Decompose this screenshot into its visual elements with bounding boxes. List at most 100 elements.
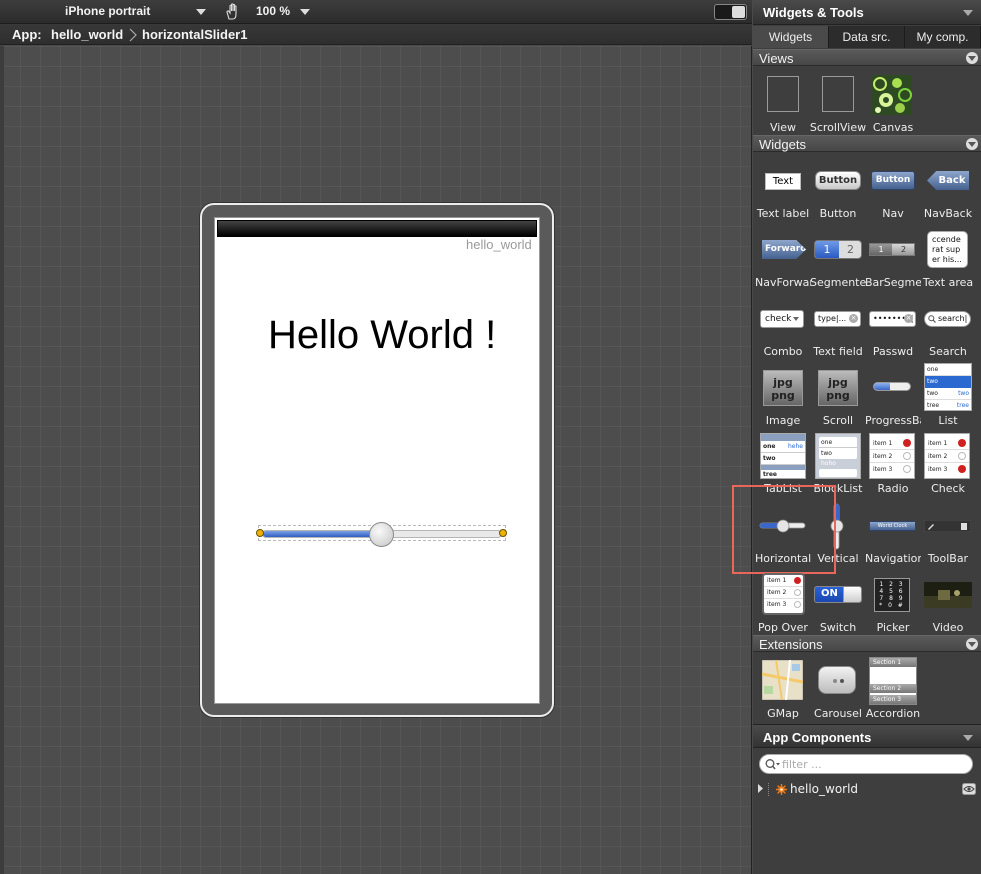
widget-label: Text field (813, 345, 863, 358)
tab-my-comp[interactable]: My comp. (905, 26, 981, 48)
expand-triangle-icon[interactable] (757, 784, 764, 793)
widget-label: Switch (819, 621, 857, 634)
scroll-widget-icon[interactable]: jpg png (818, 370, 858, 406)
view-icon[interactable] (767, 76, 799, 112)
navigation-bar-icon[interactable]: World Clock (869, 521, 916, 531)
widget-label: Picker (876, 621, 910, 634)
panel-chevron-down-icon[interactable] (963, 10, 973, 16)
popover-row-label: item 3 (767, 601, 787, 608)
slider-thumb[interactable] (369, 522, 394, 547)
hello-world-label[interactable]: Hello World ! (268, 313, 496, 358)
widget-label: NavForward (755, 276, 811, 289)
carousel-icon[interactable] (818, 666, 856, 694)
accordion-icon[interactable]: Section 1 Section 2 Section 3 (869, 657, 917, 705)
segment-2: 2 (847, 243, 854, 256)
picker-icon[interactable]: 1 2 3 4 5 6 7 8 9 * 0 # (874, 578, 910, 612)
scrollview-icon[interactable] (822, 76, 854, 112)
list-row-side: tree (956, 402, 969, 409)
radio-icon[interactable]: item 1 item 2 item 3 (869, 433, 915, 479)
panel-header: Widgets & Tools (753, 0, 981, 25)
text-area-icon[interactable]: ccende rat sup er his... (927, 231, 968, 268)
section-widgets[interactable]: Widgets (753, 135, 981, 152)
tab-widgets[interactable]: Widgets (753, 26, 829, 48)
section-views[interactable]: Views (753, 49, 981, 66)
resize-handle-left[interactable] (256, 529, 264, 537)
text-label-icon[interactable]: Text (765, 173, 801, 190)
radio-empty-icon (903, 452, 911, 460)
eye-icon[interactable] (962, 783, 976, 795)
breadcrumb-item-widget[interactable]: horizontalSlider1 (142, 27, 247, 42)
canvas-icon[interactable] (872, 75, 912, 115)
button-icon[interactable]: Button (815, 171, 861, 190)
collapse-icon[interactable] (966, 138, 978, 150)
hand-icon[interactable] (224, 3, 242, 21)
segmented-icon[interactable]: 1 2 (814, 240, 862, 259)
tablist-tag: hehe (788, 443, 803, 450)
picker-row: 7 8 9 (879, 595, 905, 602)
device-select[interactable]: iPhone portrait (65, 4, 150, 18)
check-checked-icon (958, 439, 966, 447)
combo-icon[interactable]: check (760, 310, 804, 328)
breadcrumb-prefix: App: (12, 27, 42, 42)
text-field-text: type|... (818, 314, 847, 323)
list-row-label: two (927, 390, 938, 397)
accordion-section: Section 1 (870, 658, 916, 667)
nav-button-icon[interactable]: Button (871, 171, 915, 190)
popover-row: item 1 (764, 575, 803, 587)
device-screen[interactable] (214, 217, 540, 704)
tablist-header (761, 434, 805, 441)
text-field-icon[interactable]: type|... × (814, 311, 861, 327)
check-icon[interactable]: item 1 item 2 item 3 (924, 433, 970, 479)
list-row-side: two (958, 390, 969, 397)
tree-line (768, 783, 772, 796)
components-chevron-down-icon[interactable] (963, 735, 973, 741)
zoom-level[interactable]: 100 % (256, 4, 290, 18)
video-icon[interactable] (924, 582, 972, 608)
collapse-icon[interactable] (966, 52, 978, 64)
search-icon (765, 759, 780, 770)
blocklist-row: one (819, 437, 857, 448)
view-label: View (769, 121, 797, 134)
zoom-chevron-down-icon[interactable] (300, 9, 310, 15)
view-toggle[interactable] (714, 4, 747, 20)
filter-search-box[interactable] (759, 754, 973, 774)
widget-label: Combo (763, 345, 803, 358)
widget-label: Nav (882, 207, 904, 220)
progressbar-icon[interactable] (873, 382, 911, 391)
tree-item-hello-world[interactable]: hello_world (790, 782, 858, 796)
map-icon[interactable] (762, 660, 803, 700)
switch-label: ON (821, 588, 838, 599)
breadcrumb-item-app[interactable]: hello_world (51, 27, 123, 42)
section-extensions[interactable]: Extensions (753, 635, 981, 652)
blocklist-icon[interactable]: one two hoho (815, 433, 861, 479)
widget-label: List (938, 414, 958, 427)
popover-row-label: item 2 (767, 589, 787, 596)
widget-label: Passwd (872, 345, 914, 358)
accordion-body (870, 667, 916, 684)
collapse-icon[interactable] (966, 638, 978, 650)
widget-label: BarSegmented (865, 276, 921, 289)
clear-icon: × (904, 314, 913, 323)
image-widget-icon[interactable]: jpg png (763, 370, 803, 406)
tablist-row-label: one (763, 443, 776, 450)
radio-row-label: item 2 (873, 453, 893, 460)
popover-icon[interactable]: item 1 item 2 item 3 (762, 573, 805, 615)
tablist-icon[interactable]: one hehe two tree (760, 433, 806, 479)
toolbar-widget-icon[interactable] (924, 520, 971, 532)
widget-label: Segmented (810, 276, 866, 289)
search-widget-icon[interactable]: search| (924, 311, 971, 327)
device-chevron-down-icon[interactable] (196, 9, 206, 15)
filter-input[interactable] (782, 757, 967, 772)
widget-label: Search (929, 345, 967, 358)
tab-data-src[interactable]: Data src. (829, 26, 905, 48)
scrollview-label: ScrollView (809, 121, 867, 134)
password-icon[interactable]: ••••••••| × (869, 311, 916, 327)
widget-label: Image (765, 414, 801, 427)
panel-title: Widgets & Tools (763, 5, 864, 20)
switch-icon[interactable]: ON (814, 586, 862, 603)
resize-handle-right[interactable] (499, 529, 507, 537)
barsegmented-icon[interactable]: 1 2 (869, 243, 915, 256)
extension-label: Carousel (814, 707, 862, 720)
list-icon[interactable]: one two two two tree tree (924, 363, 972, 411)
tablist-row: two (761, 453, 805, 465)
